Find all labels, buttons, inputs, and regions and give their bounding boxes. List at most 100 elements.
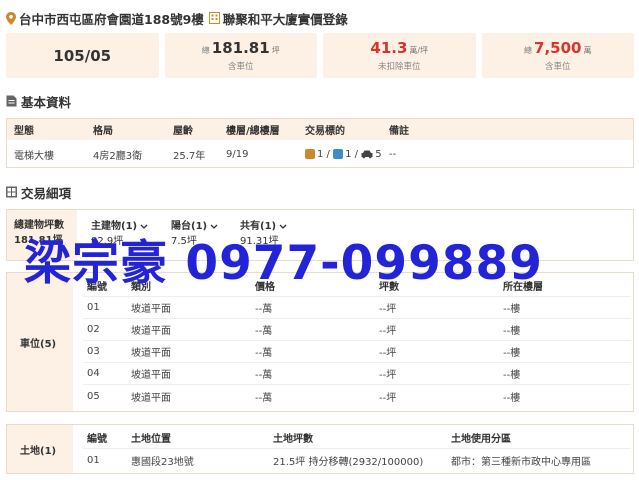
parking-type: 坡道平面: [131, 304, 171, 315]
header-layout: 格局: [93, 126, 113, 137]
header-type: 型態: [14, 126, 34, 137]
parking-no: 01: [87, 302, 100, 313]
address-text: 台中市西屯區府會園道188號9樓: [19, 11, 204, 27]
basic-info-header-row: 型態 格局 屋齡 樓層/總樓層 交易標的 備註: [7, 119, 633, 140]
car-icon: [361, 150, 373, 158]
total-area-sub: 含車位: [227, 62, 254, 72]
total-area-value: 181.81: [211, 39, 270, 57]
chevron-down-icon: [140, 224, 148, 229]
table-row: 03 坡道平面 --萬 --坪 --樓: [83, 341, 631, 363]
land-header-no: 編號: [87, 434, 107, 445]
value-note: --: [389, 148, 397, 160]
table-row: 01 惠國段23地號 21.5坪 持分移轉(2932/100000) 都市：第三…: [83, 449, 631, 471]
table-row: 04 坡道平面 --萬 --坪 --樓: [83, 363, 631, 385]
parking-area: --坪: [379, 392, 397, 404]
summary-stats: 105/05 總 181.81 坪 含車位 41.3 萬/坪 未扣除車位 總 7…: [6, 33, 634, 78]
total-price-sub: 含車位: [544, 62, 571, 72]
unit-price-unit: 萬/坪: [409, 46, 429, 55]
parking-area: --坪: [379, 370, 397, 381]
header-note: 備註: [389, 126, 409, 137]
main-building-label: 主建物(1): [91, 221, 138, 232]
parking-area: --坪: [379, 348, 397, 359]
table-row: 02 坡道平面 --萬 --坪 --樓: [83, 319, 631, 341]
car-count: 5: [375, 148, 382, 160]
parking-floor: --樓: [503, 370, 521, 381]
parking-price: --萬: [255, 326, 273, 337]
land-header-zone: 土地使用分區: [451, 434, 511, 445]
land-header-row: 編號 土地位置 土地坪數 土地使用分區: [83, 427, 631, 449]
grid-icon: [6, 186, 17, 198]
parking-no: 05: [87, 390, 100, 402]
total-price-prefix: 總: [524, 46, 533, 55]
parking-price: --萬: [255, 304, 273, 315]
land-table: 土地(1) 編號 土地位置 土地坪數 土地使用分區 01 惠國段23地號 21.…: [6, 424, 634, 474]
land-count: 1: [317, 148, 324, 160]
parking-area: --坪: [379, 304, 397, 315]
value-floor: 9/19: [226, 148, 249, 160]
header-floor: 樓層/總樓層: [226, 126, 280, 137]
parking-label: 車位(5): [7, 273, 73, 411]
trade-date-card: 105/05: [6, 33, 159, 78]
basic-info-table: 型態 格局 屋齡 樓層/總樓層 交易標的 備註 電梯大樓 4房2廳3衛 25.7…: [6, 118, 634, 168]
value-layout: 4房2廳3衛: [93, 150, 143, 162]
chevron-down-icon: [210, 224, 218, 229]
page-header: 台中市西屯區府會園道188號9樓 聯聚和平大廈實價登錄: [6, 8, 348, 28]
detail-title: 交易細項: [21, 185, 72, 201]
trade-date: 105/05: [53, 46, 112, 65]
parking-table: 車位(5) 編號 類別 價格 坪數 所在樓層 01 坡道平面 --萬 --坪 -…: [6, 272, 634, 412]
land-tag-icon: [305, 149, 315, 159]
table-row: 05 坡道平面 --萬 --坪 --樓: [83, 385, 631, 407]
parking-floor: --樓: [503, 304, 521, 315]
parking-price: --萬: [255, 392, 273, 404]
common-area-label: 共有(1): [240, 221, 277, 232]
total-area-card: 總 181.81 坪 含車位: [164, 33, 317, 78]
value-target: 1 / 1 / 5: [305, 140, 382, 168]
table-row: 01 坡道平面 --萬 --坪 --樓: [83, 297, 631, 319]
basic-info-heading: 基本資料: [6, 93, 72, 110]
detail-heading: 交易細項: [6, 184, 72, 201]
building-icon: [208, 12, 220, 24]
total-price-value: 7,500: [534, 39, 582, 57]
parking-type: 坡道平面: [131, 326, 171, 337]
parking-type: 坡道平面: [131, 392, 171, 404]
land-label: 土地(1): [7, 425, 73, 473]
parking-no: 03: [87, 346, 100, 357]
land-header-location: 土地位置: [131, 434, 171, 445]
chevron-down-icon: [279, 224, 287, 229]
parking-no: 02: [87, 324, 100, 335]
parking-price: --萬: [255, 370, 273, 381]
building-title: 聯聚和平大廈實價登錄: [222, 11, 348, 27]
building-tag-icon: [333, 149, 344, 159]
total-building-label: 總建物坪數: [14, 220, 64, 231]
total-area-unit: 坪: [271, 46, 280, 55]
value-age: 25.7年: [173, 150, 206, 162]
contact-overlay: 梁宗豪 0977-099889: [24, 236, 543, 291]
land-zone: 都市：第三種新市政中心專用區: [451, 456, 591, 468]
parking-floor: --樓: [503, 348, 521, 359]
location-pin-icon: [6, 11, 16, 25]
parking-price: --萬: [255, 348, 273, 359]
land-header-area: 土地坪數: [273, 434, 313, 445]
land-no: 01: [87, 454, 100, 466]
parking-floor: --樓: [503, 392, 521, 404]
parking-no: 04: [87, 368, 100, 379]
unit-price-value: 41.3: [370, 39, 408, 57]
unit-price-card: 41.3 萬/坪 未扣除車位: [323, 33, 476, 78]
total-area-prefix: 總: [201, 46, 210, 55]
unit-price-sub: 未扣除車位: [377, 62, 421, 72]
parking-floor: --樓: [503, 326, 521, 337]
parking-area: --坪: [379, 326, 397, 337]
total-price-unit: 萬: [583, 46, 592, 55]
land-location: 惠國段23地號: [131, 456, 194, 468]
value-type: 電梯大樓: [14, 150, 54, 162]
building-count: 1: [345, 148, 352, 160]
balcony-label: 陽台(1): [171, 221, 208, 232]
parking-type: 坡道平面: [131, 348, 171, 359]
header-age: 屋齡: [173, 126, 193, 137]
total-price-card: 總 7,500 萬 含車位: [481, 33, 634, 78]
basic-info-title: 基本資料: [21, 94, 72, 110]
land-area: 21.5坪 持分移轉(2932/100000): [273, 456, 424, 468]
document-icon: [6, 95, 17, 107]
header-target: 交易標的: [305, 126, 345, 137]
basic-info-value-row: 電梯大樓 4房2廳3衛 25.7年 9/19 1 / 1 / 5 --: [7, 140, 633, 168]
